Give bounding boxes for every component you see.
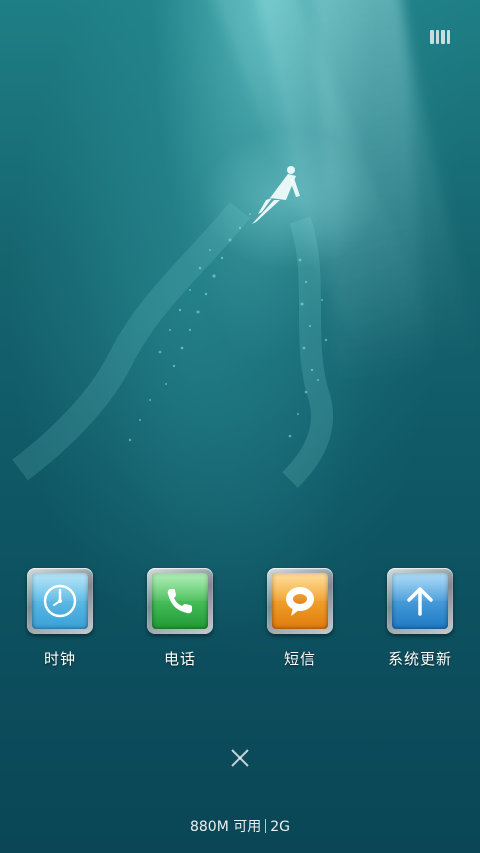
- wallpaper: [0, 0, 480, 853]
- app-messages[interactable]: 短信: [250, 568, 350, 669]
- battery-icon: [430, 30, 450, 44]
- app-icon-frame: [387, 568, 453, 634]
- up-arrow-icon: [392, 573, 448, 629]
- app-icon-frame: [27, 568, 93, 634]
- message-bubble-icon: [272, 573, 328, 629]
- app-icon-frame: [147, 568, 213, 634]
- memory-available: 880M 可用: [189, 819, 262, 835]
- memory-status: 880M 可用 2G: [0, 816, 480, 836]
- app-label: 电话: [163, 650, 196, 668]
- close-icon[interactable]: [228, 746, 252, 770]
- recent-apps-dock: 时钟 电话 短信 系统更新: [0, 568, 480, 678]
- app-system-update[interactable]: 系统更新: [370, 568, 470, 669]
- app-label: 系统更新: [387, 650, 452, 668]
- swimmer-illustration: [12, 130, 380, 488]
- divider: [265, 819, 267, 833]
- app-icon-frame: [267, 568, 333, 634]
- app-label: 短信: [283, 650, 316, 668]
- phone-icon: [152, 573, 208, 629]
- clock-icon: [32, 573, 88, 629]
- app-label: 时钟: [43, 650, 76, 668]
- memory-total: 2G: [270, 819, 291, 835]
- app-clock[interactable]: 时钟: [10, 568, 110, 669]
- app-phone[interactable]: 电话: [130, 568, 230, 669]
